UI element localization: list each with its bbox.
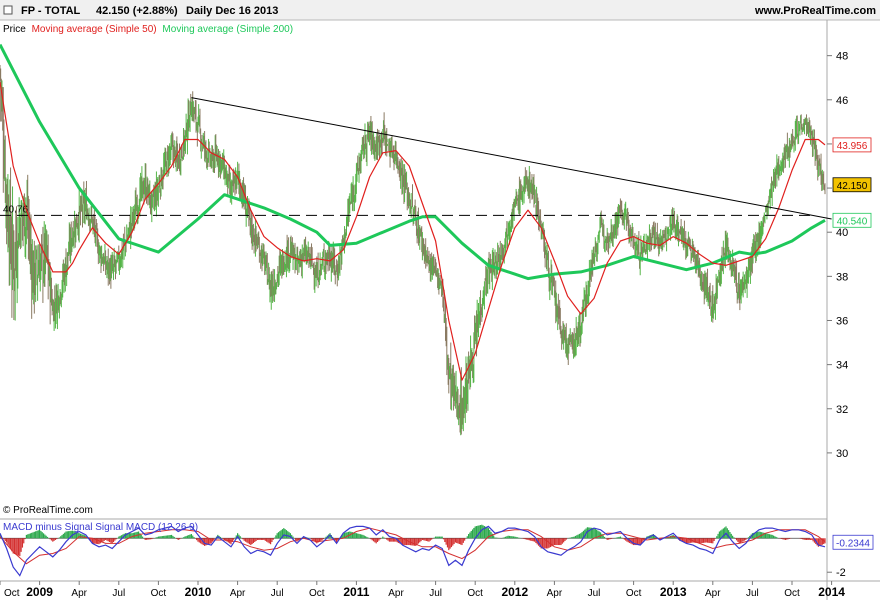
x-tick-label: Jul [112,588,125,599]
chart-price-change: 42.150 (+2.88%) [96,5,178,17]
x-tick-label: 2009 [26,585,53,599]
x-tick-label: Oct [151,588,167,599]
x-tick-label: Oct [4,588,20,599]
price-y-tick-label: 36 [836,315,848,327]
last-value-marker: 43.956 [832,137,872,153]
price-y-tick-label: 30 [836,448,848,460]
last-value-label: 40.540 [837,216,868,227]
price-y-tick-label: 32 [836,404,848,416]
macd-last-value-marker: -0.2344 [832,534,874,550]
x-tick-label: Jul [588,588,601,599]
x-tick-label: 2010 [185,585,212,599]
x-tick-label: 2011 [343,585,369,599]
macd-last-value-label: -0.2344 [836,538,870,549]
x-tick-label: Apr [230,588,246,599]
macd-y-tick-label: -2 [836,567,846,579]
last-value-markers: 43.956 42.150 40.540 [832,137,872,228]
price-y-tick-label: 34 [836,360,848,372]
price-legend: Price Moving average (Simple 50) Moving … [3,24,293,35]
last-value-label: 42.150 [837,181,868,192]
last-value-label: 43.956 [837,141,868,152]
macd-legend-text: MACD minus Signal Signal MACD (12 26 9) [3,522,198,533]
x-tick-label: Jul [746,588,759,599]
chart-root: FP - TOTAL 42.150 (+2.88%) Daily Dec 16 … [0,0,880,600]
price-y-tick-label: 38 [836,271,848,283]
x-tick-label: Oct [309,588,325,599]
x-tick-label: Oct [626,588,642,599]
x-tick-label: Oct [467,588,483,599]
stock-chart: FP - TOTAL 42.150 (+2.88%) Daily Dec 16 … [0,0,880,600]
header-bar: FP - TOTAL 42.150 (+2.88%) Daily Dec 16 … [0,0,880,21]
legend-ma50: Moving average (Simple 50) [32,24,157,35]
x-tick-label: Apr [705,588,721,599]
chart-symbol: FP - TOTAL [21,5,81,17]
chart-period-date: Daily Dec 16 2013 [186,5,278,17]
header-site-url[interactable]: www.ProRealTime.com [754,5,876,17]
x-tick-label: Apr [71,588,87,599]
watermark-text: © ProRealTime.com [3,505,93,516]
price-y-tick-label: 48 [836,51,848,63]
last-value-marker: 40.540 [832,212,872,228]
price-y-tick-label: 46 [836,95,848,107]
x-tick-label: 2013 [660,585,687,599]
x-tick-label: Apr [547,588,563,599]
x-tick-label: Oct [784,588,800,599]
x-tick-label: Jul [429,588,442,599]
price-y-tick-label: 40 [836,227,848,239]
x-tick-label: 2012 [501,585,528,599]
watermark: © ProRealTime.com [3,505,93,516]
x-tick-label: Apr [388,588,404,599]
x-tick-label: Jul [271,588,284,599]
last-value-marker: 42.150 [832,177,872,193]
legend-ma200: Moving average (Simple 200) [162,24,293,35]
legend-price: Price [3,24,26,35]
macd-legend: MACD minus Signal Signal MACD (12 26 9) [3,522,198,533]
svg-text:Price Moving average (: Price Moving average (Simple 50) Moving … [3,24,293,35]
x-tick-label: 2014 [818,585,845,599]
